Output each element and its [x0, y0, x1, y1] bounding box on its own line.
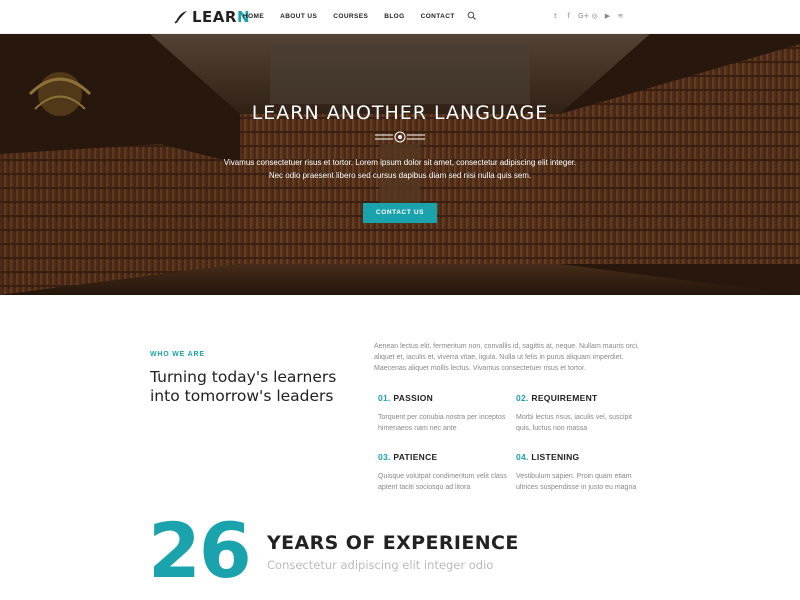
twitter-icon[interactable]: t [552, 11, 559, 21]
feature-description: Morbi lectus risus, iaculis vel, suscipi… [516, 414, 632, 432]
nav-contact[interactable]: CONTACT [421, 12, 455, 22]
feature-patience: 03. PATIENCE Quisque volutpat condimentu… [378, 452, 508, 493]
youtube-icon[interactable]: ▶ [604, 11, 611, 21]
google-plus-icon[interactable]: G+ [578, 11, 589, 21]
experience-subtitle: Consectetur adipiscing elit integer odio [267, 558, 494, 572]
feature-title: 01. PASSION [378, 393, 434, 403]
nav-about-us[interactable]: ABOUT US [280, 12, 317, 22]
instagram-icon[interactable]: ◎ [591, 11, 598, 21]
feature-listening: 04. LISTENING Vestibulum sapien. Proin q… [516, 452, 646, 493]
top-navbar: LEARN HOME ABOUT US COURSES BLOG CONTACT… [0, 0, 800, 34]
nav-courses[interactable]: COURSES [333, 12, 368, 22]
feature-passion: 01. PASSION Torquent per conubia nostra … [378, 393, 508, 434]
feature-description: Quisque volutpat condimentum velit class… [378, 473, 507, 491]
hero-title: LEARN ANOTHER LANGUAGE [251, 102, 549, 124]
ornament-divider-icon [375, 131, 425, 143]
rss-icon[interactable]: ≋ [617, 11, 624, 21]
main-nav: HOME ABOUT US COURSES BLOG CONTACT [243, 11, 477, 22]
quill-icon [174, 11, 187, 24]
social-links: t f G+ ◎ ▶ ≋ [552, 11, 624, 21]
site-logo[interactable]: LEARN [174, 8, 250, 26]
feature-description: Torquent per conubia nostra per inceptos… [378, 414, 506, 432]
experience-title: YEARS OF EXPERIENCE [267, 532, 519, 554]
hero-description: Vivamus consectetuer risus et tortor. Lo… [223, 158, 577, 180]
section-eyebrow: WHO WE ARE [150, 351, 205, 358]
feature-requirement: 02. REQUIREMENT Morbi lectus risus, iacu… [516, 393, 646, 434]
contact-us-button[interactable]: CONTACT US [363, 203, 437, 223]
search-icon[interactable] [467, 11, 477, 21]
facebook-icon[interactable]: f [565, 11, 572, 21]
years-number: 26 [148, 506, 252, 595]
feature-description: Vestibulum sapien. Proin quam etiam ultr… [516, 473, 637, 491]
hero-banner: LEARN ANOTHER LANGUAGE Vivamus consectet… [0, 34, 800, 295]
logo-text: LEARN [192, 8, 251, 26]
feature-title: 04. LISTENING [516, 452, 580, 462]
feature-title: 03. PATIENCE [378, 452, 438, 462]
feature-title: 02. REQUIREMENT [516, 393, 598, 403]
about-heading: Turning today's learners into tomorrow's… [150, 368, 337, 405]
nav-home[interactable]: HOME [243, 12, 264, 22]
about-intro-text: Aenean lectus elit, fermentum non, conva… [374, 343, 639, 372]
nav-blog[interactable]: BLOG [384, 12, 404, 22]
